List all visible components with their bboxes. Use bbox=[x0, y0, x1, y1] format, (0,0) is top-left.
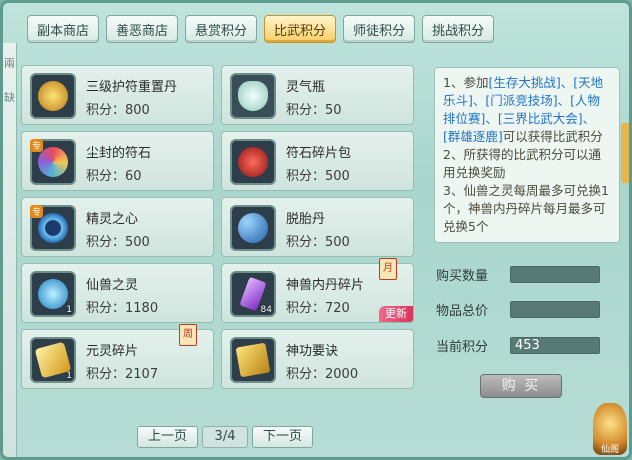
item-points: 积分：500 bbox=[286, 169, 350, 184]
quantity-row: 购买数量 bbox=[436, 265, 600, 284]
item-name: 灵气瓶 bbox=[286, 80, 326, 95]
shop-item[interactable]: 1 元灵碎片 积分：2107 周 bbox=[21, 324, 214, 389]
monthly-limit-badge: 月 bbox=[379, 258, 397, 280]
item-points: 积分：800 bbox=[86, 103, 150, 118]
rule-1-prefix: 1、参加 bbox=[443, 75, 489, 90]
exclusive-tag: 专 bbox=[30, 205, 44, 218]
item-points: 积分：2107 bbox=[86, 367, 159, 382]
quantity-label: 购买数量 bbox=[436, 269, 489, 284]
current-points-label: 当前积分 bbox=[436, 340, 489, 355]
gold-shard-icon: 1 bbox=[30, 337, 76, 383]
vase-icon bbox=[230, 73, 276, 119]
tab-contest-points[interactable]: 比武积分 bbox=[264, 15, 337, 43]
beast-orb-icon: 1 bbox=[30, 271, 76, 317]
left-strip-char-2: 缺 bbox=[4, 91, 15, 104]
item-points: 积分：500 bbox=[86, 235, 150, 250]
shop-item[interactable]: 灵气瓶 积分：50 bbox=[221, 65, 414, 125]
tab-bounty-points[interactable]: 悬赏积分 bbox=[185, 15, 258, 43]
item-points: 积分：50 bbox=[286, 103, 342, 118]
item-grid: 三级护符重置丹 积分：800 灵气瓶 积分：50 专 尘封的符石 积分：60 符… bbox=[21, 65, 417, 395]
gold-amulet-icon bbox=[30, 73, 76, 119]
quantity-input[interactable] bbox=[510, 266, 600, 283]
item-name: 符石碎片包 bbox=[286, 146, 352, 161]
rule-2: 2、所获得的比武积分可以通用兑换奖励 bbox=[443, 147, 601, 180]
buy-button[interactable]: 购 买 bbox=[480, 374, 562, 398]
item-points: 积分：1180 bbox=[86, 301, 159, 316]
right-edge-decoration bbox=[621, 123, 629, 183]
rules-description: 1、参加[生存大挑战]、[天地乐斗]、[门派竞技场]、[人物排位赛]、[三界比武… bbox=[434, 67, 620, 243]
item-points: 积分：2000 bbox=[286, 367, 359, 382]
tab-karma-shop[interactable]: 善恶商店 bbox=[106, 15, 179, 43]
corner-label: 仙阁 bbox=[600, 445, 619, 455]
purple-crystal-icon: 84 bbox=[230, 271, 276, 317]
item-name: 神功要诀 bbox=[286, 344, 339, 359]
tab-challenge-points[interactable]: 挑战积分 bbox=[422, 15, 495, 43]
item-points: 积分：500 bbox=[286, 235, 350, 250]
item-name: 精灵之心 bbox=[86, 212, 139, 227]
shop-item[interactable]: 84 神兽内丹碎片 积分：720 月 更新 bbox=[221, 258, 414, 323]
shop-item[interactable]: 神功要诀 积分：2000 bbox=[221, 329, 414, 389]
rune-stone-icon: 专 bbox=[30, 139, 76, 185]
pagination: 上一页 3/4 下一页 bbox=[137, 426, 314, 448]
golden-book-icon bbox=[230, 337, 276, 383]
corner-mascot-icon[interactable]: 仙阁 bbox=[593, 403, 627, 455]
item-count: 1 bbox=[66, 371, 72, 381]
left-side-strip: 兩 缺 bbox=[3, 43, 17, 457]
rule-3: 3、仙兽之灵每周最多可兑换1个，神兽内丹碎片每月最多可兑换5个 bbox=[443, 183, 609, 234]
shop-window: 兩 缺 副本商店 善恶商店 悬赏积分 比武积分 师徒积分 挑战积分 三级护符重置… bbox=[0, 0, 632, 460]
item-name: 仙兽之灵 bbox=[86, 278, 139, 293]
spirit-heart-icon: 专 bbox=[30, 205, 76, 251]
tab-bar: 副本商店 善恶商店 悬赏积分 比武积分 师徒积分 挑战积分 bbox=[27, 15, 495, 43]
shop-item[interactable]: 脱胎丹 积分：500 bbox=[221, 197, 414, 257]
rule-1-suffix: 可以获得比武积分 bbox=[502, 129, 603, 144]
item-name: 神兽内丹碎片 bbox=[286, 278, 365, 293]
weekly-limit-badge: 周 bbox=[179, 324, 197, 346]
tab-mentor-points[interactable]: 师徒积分 bbox=[343, 15, 416, 43]
update-badge: 更新 bbox=[379, 306, 413, 322]
shop-item[interactable]: 专 尘封的符石 积分：60 bbox=[21, 131, 214, 191]
item-count: 1 bbox=[66, 305, 72, 315]
item-name: 三级护符重置丹 bbox=[86, 80, 178, 95]
item-name: 脱胎丹 bbox=[286, 212, 326, 227]
item-points: 积分：60 bbox=[86, 169, 142, 184]
shop-item[interactable]: 专 精灵之心 积分：500 bbox=[21, 197, 214, 257]
page-indicator: 3/4 bbox=[202, 426, 249, 448]
item-name: 尘封的符石 bbox=[86, 146, 152, 161]
current-points-row: 当前积分 453 bbox=[436, 336, 600, 355]
total-price-field bbox=[510, 301, 600, 318]
total-price-label: 物品总价 bbox=[436, 304, 489, 319]
item-points: 积分：720 bbox=[286, 301, 350, 316]
shop-item[interactable]: 符石碎片包 积分：500 bbox=[221, 131, 414, 191]
item-name: 元灵碎片 bbox=[86, 344, 139, 359]
next-page-button[interactable]: 下一页 bbox=[252, 426, 314, 448]
current-points-value: 453 bbox=[510, 337, 600, 354]
pills-icon bbox=[230, 205, 276, 251]
prev-page-button[interactable]: 上一页 bbox=[137, 426, 199, 448]
exclusive-tag: 专 bbox=[30, 139, 44, 152]
total-price-row: 物品总价 bbox=[436, 300, 600, 319]
shop-item[interactable]: 三级护符重置丹 积分：800 bbox=[21, 65, 214, 125]
red-bag-icon bbox=[230, 139, 276, 185]
left-strip-char-1: 兩 bbox=[4, 57, 15, 70]
shop-item[interactable]: 1 仙兽之灵 积分：1180 bbox=[21, 263, 214, 323]
tab-dungeon-shop[interactable]: 副本商店 bbox=[27, 15, 100, 43]
item-count: 84 bbox=[260, 305, 272, 315]
